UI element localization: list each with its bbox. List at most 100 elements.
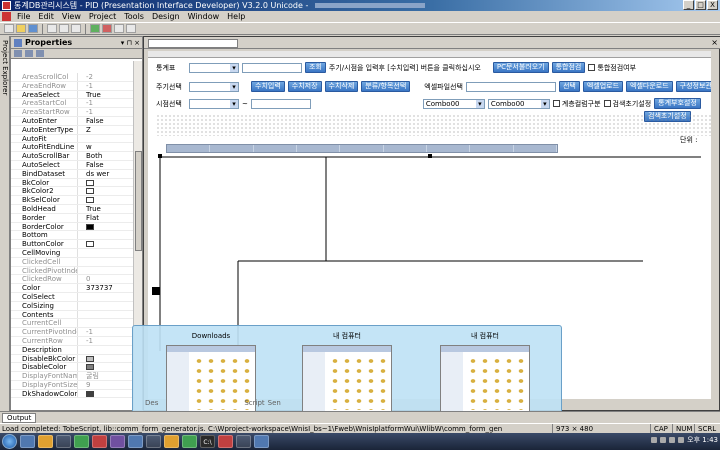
property-pages-icon[interactable] (36, 50, 44, 57)
maximize-button[interactable]: □ (695, 0, 706, 10)
property-value[interactable]: True (77, 204, 135, 213)
copy-icon[interactable] (59, 24, 69, 33)
property-row[interactable]: ClickedPivotIndex (11, 266, 135, 276)
start-button[interactable] (2, 434, 17, 449)
property-value[interactable]: -1 (77, 328, 135, 336)
volume-icon[interactable] (669, 437, 676, 443)
settings-icon[interactable] (236, 435, 251, 448)
command-prompt-icon[interactable]: C:\ (200, 435, 215, 448)
property-row[interactable]: AutoEnter False (11, 116, 135, 126)
property-value[interactable]: -1 (77, 108, 135, 116)
menu-help[interactable]: Help (223, 12, 249, 21)
window-icon[interactable] (164, 435, 179, 448)
app-icon[interactable] (92, 435, 107, 448)
close-button[interactable]: X (707, 0, 718, 10)
property-value[interactable]: 9 (77, 380, 135, 389)
network-app-icon[interactable] (254, 435, 269, 448)
property-value[interactable]: False (77, 116, 135, 125)
property-value[interactable] (77, 248, 135, 257)
media-player-icon[interactable] (56, 435, 71, 448)
property-row[interactable]: ColSizing (11, 301, 135, 311)
property-row[interactable]: Bottom (11, 231, 135, 241)
menu-file[interactable]: File (13, 12, 34, 21)
property-row[interactable]: Description (11, 345, 135, 355)
hidden-tab-sen[interactable]: Sen (268, 399, 281, 407)
property-value[interactable] (77, 196, 135, 204)
menu-tools[interactable]: Tools (120, 12, 148, 21)
messenger-icon[interactable] (146, 435, 161, 448)
property-value[interactable] (77, 354, 135, 363)
cut-icon[interactable] (47, 24, 57, 33)
property-value[interactable]: False (77, 160, 135, 169)
property-row[interactable]: BkColor (11, 178, 135, 188)
sort-categorized-icon[interactable] (14, 50, 22, 57)
minimize-button[interactable]: _ (683, 0, 694, 10)
output-tab[interactable]: Output (2, 413, 37, 423)
scrollbar-thumb[interactable] (135, 151, 142, 251)
tray-icon[interactable] (660, 437, 667, 443)
property-row[interactable]: ColSelect (11, 292, 135, 302)
close-document-icon[interactable]: × (711, 38, 718, 47)
property-row[interactable]: AreaSelect True (11, 90, 135, 100)
property-row[interactable]: ClickedRow 0 (11, 275, 135, 285)
property-value[interactable] (77, 310, 135, 319)
property-row[interactable]: BkSelColor (11, 196, 135, 205)
property-value[interactable]: Z (77, 125, 135, 134)
save-icon[interactable] (28, 24, 38, 33)
property-row[interactable]: DisplayFontName굴림 (11, 372, 135, 381)
folder-icon[interactable] (38, 435, 53, 448)
property-value[interactable]: -1 (77, 99, 135, 108)
property-row[interactable]: AreaStartRow -1 (11, 108, 135, 117)
property-row[interactable]: ButtonColor (11, 240, 135, 249)
property-value[interactable] (77, 319, 135, 328)
property-value[interactable]: 굴림 (77, 372, 135, 380)
panel-pin-close-icon[interactable]: ▾ ⊓ × (121, 39, 142, 47)
property-value[interactable] (77, 266, 135, 275)
property-row[interactable]: AutoEnterType Z (11, 125, 135, 135)
browser-icon[interactable] (74, 435, 89, 448)
property-row[interactable]: AreaScrollCol -2 (11, 73, 135, 82)
property-value[interactable]: ds wer (77, 169, 135, 178)
property-row[interactable]: DisableColor (11, 363, 135, 373)
thumbnail-my-computer-2[interactable]: 내 컴퓨터 (435, 330, 535, 418)
property-value[interactable]: w (77, 143, 135, 152)
property-row[interactable]: AutoFit (11, 134, 135, 144)
property-row[interactable]: AutoSelect False (11, 160, 135, 170)
property-value[interactable]: Both (77, 152, 135, 160)
network-icon[interactable] (678, 437, 685, 443)
document-tab[interactable] (148, 39, 238, 48)
property-row[interactable]: DkShadowColor (11, 389, 135, 399)
project-explorer-tab[interactable]: Project Explorer (0, 36, 10, 411)
property-row[interactable]: AreaEndRow -1 (11, 81, 135, 91)
clock[interactable]: 오후 1:43 (687, 435, 718, 445)
property-value[interactable] (77, 240, 135, 248)
tray-icon[interactable] (651, 437, 658, 443)
explorer-icon[interactable] (20, 435, 35, 448)
stop-icon[interactable] (102, 24, 112, 33)
property-value[interactable] (77, 363, 135, 372)
property-row[interactable]: BoldHead True (11, 204, 135, 214)
menu-view[interactable]: View (58, 12, 85, 21)
property-row[interactable]: DisplayFontSize 9 (11, 380, 135, 390)
property-row[interactable]: AreaStartCol -1 (11, 99, 135, 109)
menu-design[interactable]: Design (148, 12, 184, 21)
property-value[interactable]: True (77, 90, 135, 99)
new-file-icon[interactable] (4, 24, 14, 33)
property-row[interactable]: AutoScrollBar Both (11, 152, 135, 161)
property-value[interactable] (77, 134, 135, 143)
property-row[interactable]: BorderColor (11, 222, 135, 232)
document-icon[interactable] (2, 12, 11, 21)
menu-project[interactable]: Project (85, 12, 120, 21)
property-row[interactable]: CurrentCell (11, 319, 135, 329)
property-value[interactable] (77, 389, 135, 398)
property-value[interactable] (77, 231, 135, 240)
property-row[interactable]: AutoFitEndLine w (11, 143, 135, 153)
open-folder-icon[interactable] (16, 24, 26, 33)
thumbnail-my-computer-1[interactable]: 내 컴퓨터 (297, 330, 397, 418)
property-row[interactable]: DisableBkColor (11, 354, 135, 364)
property-value[interactable] (77, 187, 135, 196)
run-icon[interactable] (90, 24, 100, 33)
property-value[interactable] (77, 257, 135, 266)
property-row[interactable]: CellMoving (11, 248, 135, 258)
property-row[interactable]: BindDataset ds wer (11, 169, 135, 179)
